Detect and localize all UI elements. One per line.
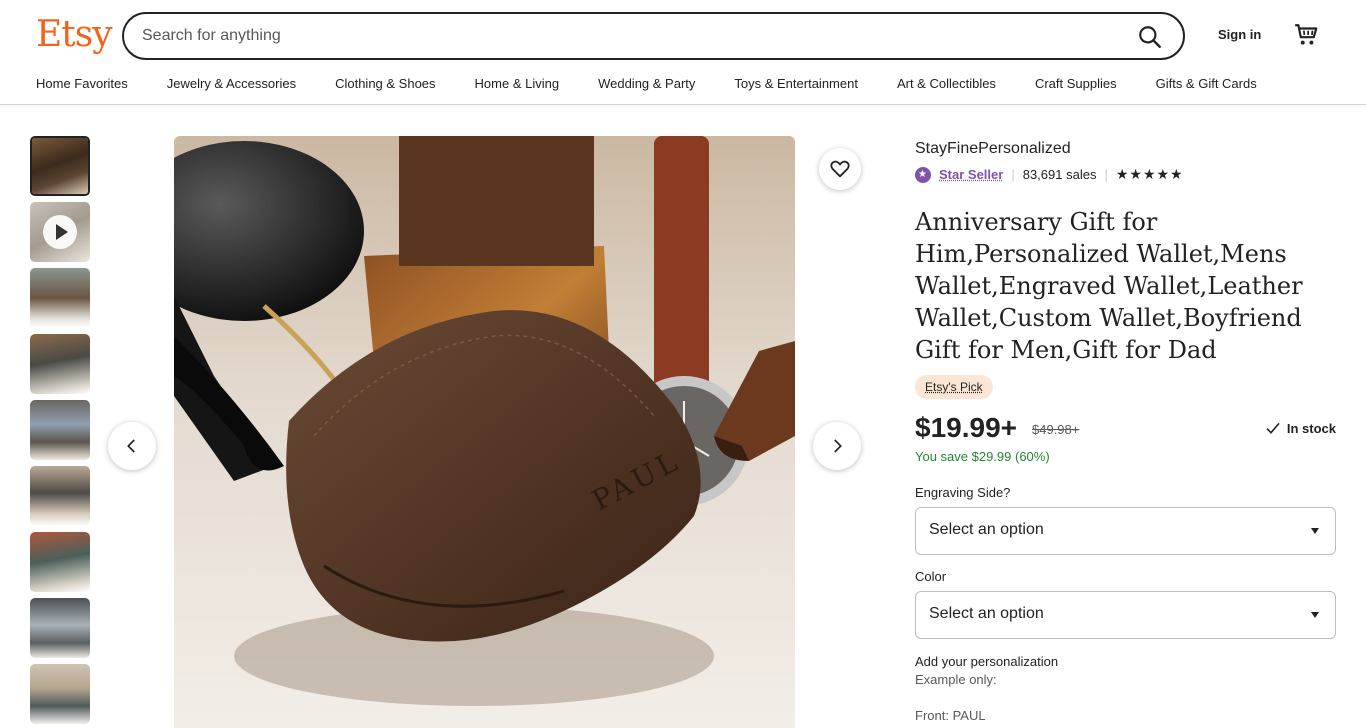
color-label: Color: [915, 569, 946, 584]
search-input[interactable]: [142, 24, 1102, 48]
stock-label: In stock: [1287, 421, 1336, 436]
cart-icon[interactable]: [1293, 22, 1319, 48]
caret-down-icon: [1311, 612, 1319, 618]
thumbnail-9[interactable]: [30, 664, 90, 724]
shop-name-link[interactable]: StayFinePersonalized: [915, 140, 1071, 158]
current-price: $19.99+: [915, 412, 1017, 444]
thumbnail-1[interactable]: [30, 136, 90, 196]
nav-toys-entertainment[interactable]: Toys & Entertainment: [734, 76, 858, 94]
nav-art-collectibles[interactable]: Art & Collectibles: [897, 76, 996, 94]
caret-down-icon: [1311, 528, 1319, 534]
nav-gifts-gift-cards[interactable]: Gifts & Gift Cards: [1156, 76, 1257, 94]
heart-icon: [829, 158, 851, 180]
stock-status: In stock: [1264, 420, 1336, 436]
next-image-button[interactable]: [813, 422, 861, 470]
divider: |: [1011, 167, 1014, 182]
product-photo: PAUL: [174, 136, 795, 728]
personalization-label: Add your personalization: [915, 654, 1058, 669]
thumbnail-list: [30, 136, 90, 728]
thumbnail-7[interactable]: [30, 532, 90, 592]
thumbnail-6[interactable]: [30, 466, 90, 526]
divider: |: [1104, 167, 1107, 182]
star-seller-link[interactable]: Star Seller: [939, 167, 1003, 182]
select-value: Select an option: [929, 605, 1044, 623]
nav-home-favorites[interactable]: Home Favorites: [36, 76, 128, 94]
rating-stars[interactable]: ★★★★★: [1116, 166, 1184, 183]
savings-text: You save $29.99 (60%): [915, 449, 1050, 464]
chevron-right-icon: [828, 437, 846, 455]
engraving-side-label: Engraving Side?: [915, 485, 1010, 500]
thumbnail-8[interactable]: [30, 598, 90, 658]
original-price: $49.98+: [1032, 422, 1079, 437]
select-value: Select an option: [929, 521, 1044, 539]
nav-jewelry-accessories[interactable]: Jewelry & Accessories: [167, 76, 296, 94]
example-front: Front: PAUL: [915, 708, 986, 723]
sales-count: 83,691 sales: [1023, 167, 1097, 182]
thumbnail-video[interactable]: [30, 202, 90, 262]
search-icon[interactable]: [1137, 24, 1163, 50]
search-bar[interactable]: [122, 12, 1185, 60]
thumbnail-3[interactable]: [30, 268, 90, 328]
chevron-left-icon: [123, 437, 141, 455]
main-product-image[interactable]: PAUL: [174, 136, 795, 728]
thumbnail-5[interactable]: [30, 400, 90, 460]
example-label: Example only:: [915, 672, 997, 687]
etsys-pick-badge[interactable]: Etsy's Pick: [915, 375, 993, 399]
play-icon: [43, 215, 77, 249]
seller-info: Star Seller | 83,691 sales | ★★★★★: [915, 166, 1184, 183]
nav-craft-supplies[interactable]: Craft Supplies: [1035, 76, 1117, 94]
checkmark-icon: [1264, 420, 1282, 436]
listing-title: Anniversary Gift for Him,Personalized Wa…: [915, 206, 1336, 366]
previous-image-button[interactable]: [108, 422, 156, 470]
nav-wedding-party[interactable]: Wedding & Party: [598, 76, 695, 94]
star-badge-icon: [915, 167, 931, 183]
category-nav: Home Favorites Jewelry & Accessories Clo…: [36, 76, 1296, 94]
site-header: Etsy Sign in Home Favorites Jewelry & Ac…: [0, 0, 1366, 105]
color-select[interactable]: Select an option: [915, 591, 1336, 639]
thumbnail-4[interactable]: [30, 334, 90, 394]
engraving-side-select[interactable]: Select an option: [915, 507, 1336, 555]
sign-in-link[interactable]: Sign in: [1218, 27, 1261, 42]
nav-clothing-shoes[interactable]: Clothing & Shoes: [335, 76, 435, 94]
favorite-button[interactable]: [819, 148, 861, 190]
etsy-logo[interactable]: Etsy: [36, 14, 112, 55]
nav-home-living[interactable]: Home & Living: [475, 76, 560, 94]
